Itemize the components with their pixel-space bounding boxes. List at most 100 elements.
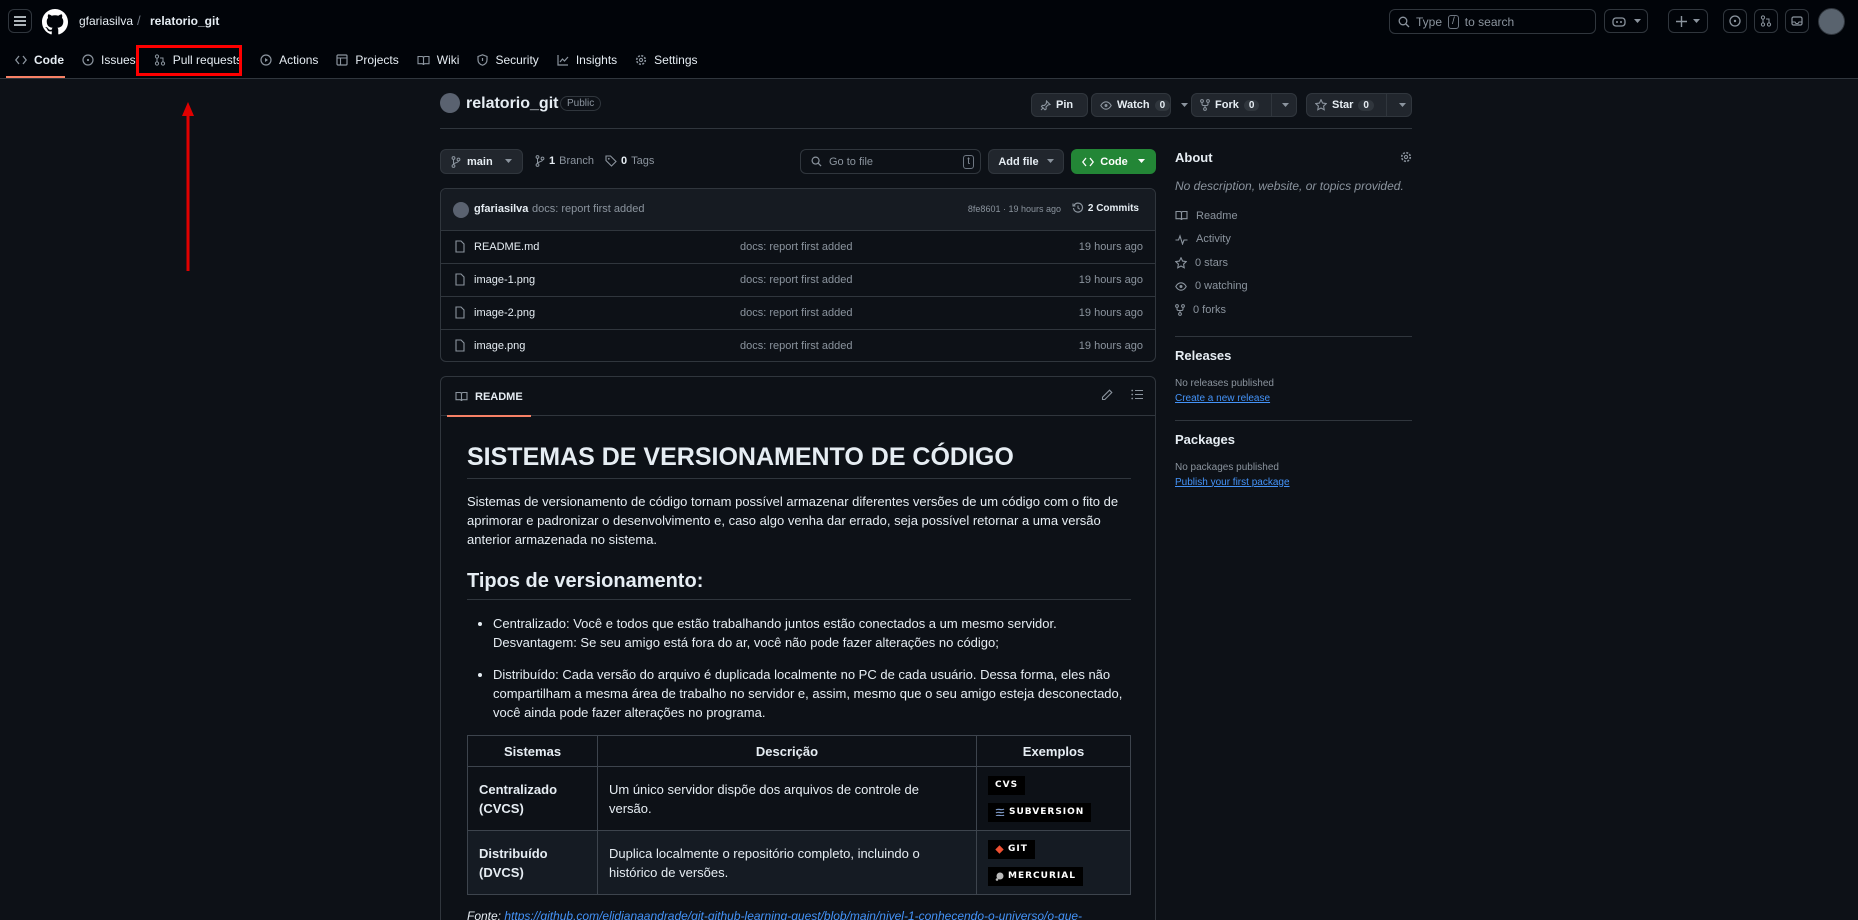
readme-table: Sistemas Descrição Exemplos Centralizado… [467, 735, 1131, 895]
create-release-link[interactable]: Create a new release [1175, 393, 1412, 404]
git-badge: GIT [988, 839, 1035, 859]
tab-insights[interactable]: Insights [548, 46, 626, 74]
table-cell-examples: GIT MERCURIAL [976, 830, 1131, 895]
highlight-box-annotation [136, 45, 242, 76]
issue-opened-icon [1729, 15, 1741, 27]
tab-security[interactable]: Security [468, 46, 547, 74]
tab-security-label: Security [495, 53, 539, 67]
watch-button[interactable]: Watch 0 [1091, 93, 1189, 117]
repo-name[interactable]: relatorio_git [466, 95, 558, 113]
global-search[interactable]: Type / to search [1389, 9, 1596, 34]
readme-bullet-list: Centralizado: Você e todos que estão tra… [467, 614, 1131, 722]
copilot-button[interactable] [1604, 9, 1648, 33]
global-header: gfariasilva / relatorio_git Type / to se… [0, 0, 1858, 79]
commit-author[interactable]: gfariasilva [474, 203, 528, 215]
readme-link[interactable]: Readme [1175, 204, 1412, 228]
file-name[interactable]: README.md [474, 241, 539, 253]
breadcrumb-owner[interactable]: gfariasilva [79, 14, 133, 28]
tab-code[interactable]: Code [6, 46, 73, 78]
github-logo-icon[interactable] [42, 9, 68, 35]
branch-selector[interactable]: main [440, 149, 523, 174]
issues-button[interactable] [1723, 9, 1747, 33]
shield-icon [477, 54, 489, 66]
go-to-file-input[interactable]: Go to file t [800, 149, 981, 174]
star-icon [1175, 256, 1187, 269]
file-commit-message[interactable]: docs: report first added [740, 241, 853, 253]
create-new-button[interactable] [1668, 9, 1708, 33]
source-link[interactable]: https://github.com/elidianaandrade/git-g… [504, 909, 1082, 920]
packages-title[interactable]: Packages [1175, 432, 1412, 447]
tab-code-label: Code [34, 53, 64, 67]
commits-link[interactable]: 2 Commits [1072, 202, 1139, 214]
fork-label: Fork [1215, 99, 1239, 111]
tab-projects-label: Projects [355, 53, 399, 67]
file-name[interactable]: image-2.png [474, 307, 535, 319]
file-name[interactable]: image-1.png [474, 274, 535, 286]
table-cell-description: Um único servidor dispõe dos arquivos de… [597, 766, 977, 831]
repo-title-row: relatorio_git Public Pin Watch 0 Fork 0 … [440, 93, 1412, 129]
file-commit-message[interactable]: docs: report first added [740, 307, 853, 319]
tab-wiki[interactable]: Wiki [408, 46, 469, 74]
inbox-button[interactable] [1785, 9, 1809, 33]
file-icon [455, 306, 465, 319]
releases-title[interactable]: Releases [1175, 348, 1412, 363]
file-row[interactable]: image.png docs: report first added 19 ho… [441, 330, 1155, 361]
list-unordered-icon[interactable] [1131, 389, 1143, 401]
file-list: gfariasilva docs: report first added 8fe… [440, 188, 1156, 362]
pin-button[interactable]: Pin [1031, 93, 1088, 117]
gear-icon[interactable] [1400, 151, 1412, 163]
file-name[interactable]: image.png [474, 340, 525, 352]
file-row[interactable]: README.md docs: report first added 19 ho… [441, 231, 1155, 264]
tab-projects[interactable]: Projects [327, 46, 407, 74]
table-header-row: Sistemas Descrição Exemplos [467, 735, 1131, 767]
about-title: About [1175, 150, 1213, 165]
table-row: Distribuído (DVCS) Duplica localmente o … [467, 830, 1131, 895]
publish-package-link[interactable]: Publish your first package [1175, 477, 1412, 488]
file-icon [455, 339, 465, 352]
commit-author-avatar[interactable] [453, 202, 469, 218]
cvs-badge: CVS [988, 775, 1026, 795]
watching-link-label: 0 watching [1195, 280, 1248, 293]
tab-settings[interactable]: Settings [626, 46, 706, 74]
chevron-down-icon [1181, 102, 1189, 108]
add-file-button[interactable]: Add file [988, 149, 1064, 174]
star-count: 0 [1358, 99, 1374, 111]
readme-tab[interactable]: README [447, 377, 531, 417]
file-row[interactable]: image-2.png docs: report first added 19 … [441, 297, 1155, 330]
activity-link[interactable]: Activity [1175, 228, 1412, 252]
user-avatar[interactable] [1818, 8, 1845, 35]
tab-actions[interactable]: Actions [251, 46, 327, 74]
pulse-icon [1175, 234, 1188, 245]
issue-opened-icon [82, 54, 94, 66]
inbox-icon [1791, 15, 1803, 27]
tab-issues[interactable]: Issues [73, 46, 145, 74]
graph-icon [557, 54, 569, 66]
breadcrumb-separator: / [137, 13, 141, 28]
readme-intro: Sistemas de versionamento de código torn… [467, 494, 1119, 547]
watch-count: 0 [1154, 99, 1171, 111]
book-icon [455, 391, 468, 402]
search-shortcut: / [1448, 14, 1459, 29]
forks-link[interactable]: 0 forks [1175, 298, 1412, 322]
chevron-down-icon [1282, 102, 1290, 108]
no-packages-text: No packages published [1175, 461, 1279, 473]
commit-hash-time[interactable]: 8fe8601 · 19 hours ago [968, 204, 1061, 214]
stars-link[interactable]: 0 stars [1175, 251, 1412, 275]
star-button[interactable]: Star 0 [1306, 93, 1412, 117]
star-label: Star [1332, 99, 1354, 111]
file-commit-message[interactable]: docs: report first added [740, 274, 853, 286]
branches-link[interactable]: 1 Branch [535, 155, 594, 167]
file-commit-message[interactable]: docs: report first added [740, 340, 853, 352]
code-dropdown-button[interactable]: Code [1071, 149, 1156, 174]
tags-link[interactable]: 0 Tags [605, 155, 654, 167]
watching-link[interactable]: 0 watching [1175, 275, 1412, 299]
repo-owner-avatar[interactable] [440, 93, 460, 113]
breadcrumb-repo[interactable]: relatorio_git [150, 14, 219, 28]
menu-button[interactable] [8, 9, 32, 33]
commit-message[interactable]: docs: report first added [532, 203, 645, 215]
pull-requests-button[interactable] [1754, 9, 1778, 33]
file-row[interactable]: image-1.png docs: report first added 19 … [441, 264, 1155, 297]
fork-button[interactable]: Fork 0 [1191, 93, 1297, 117]
pencil-icon[interactable] [1101, 389, 1113, 401]
git-logo-icon [995, 844, 1004, 854]
